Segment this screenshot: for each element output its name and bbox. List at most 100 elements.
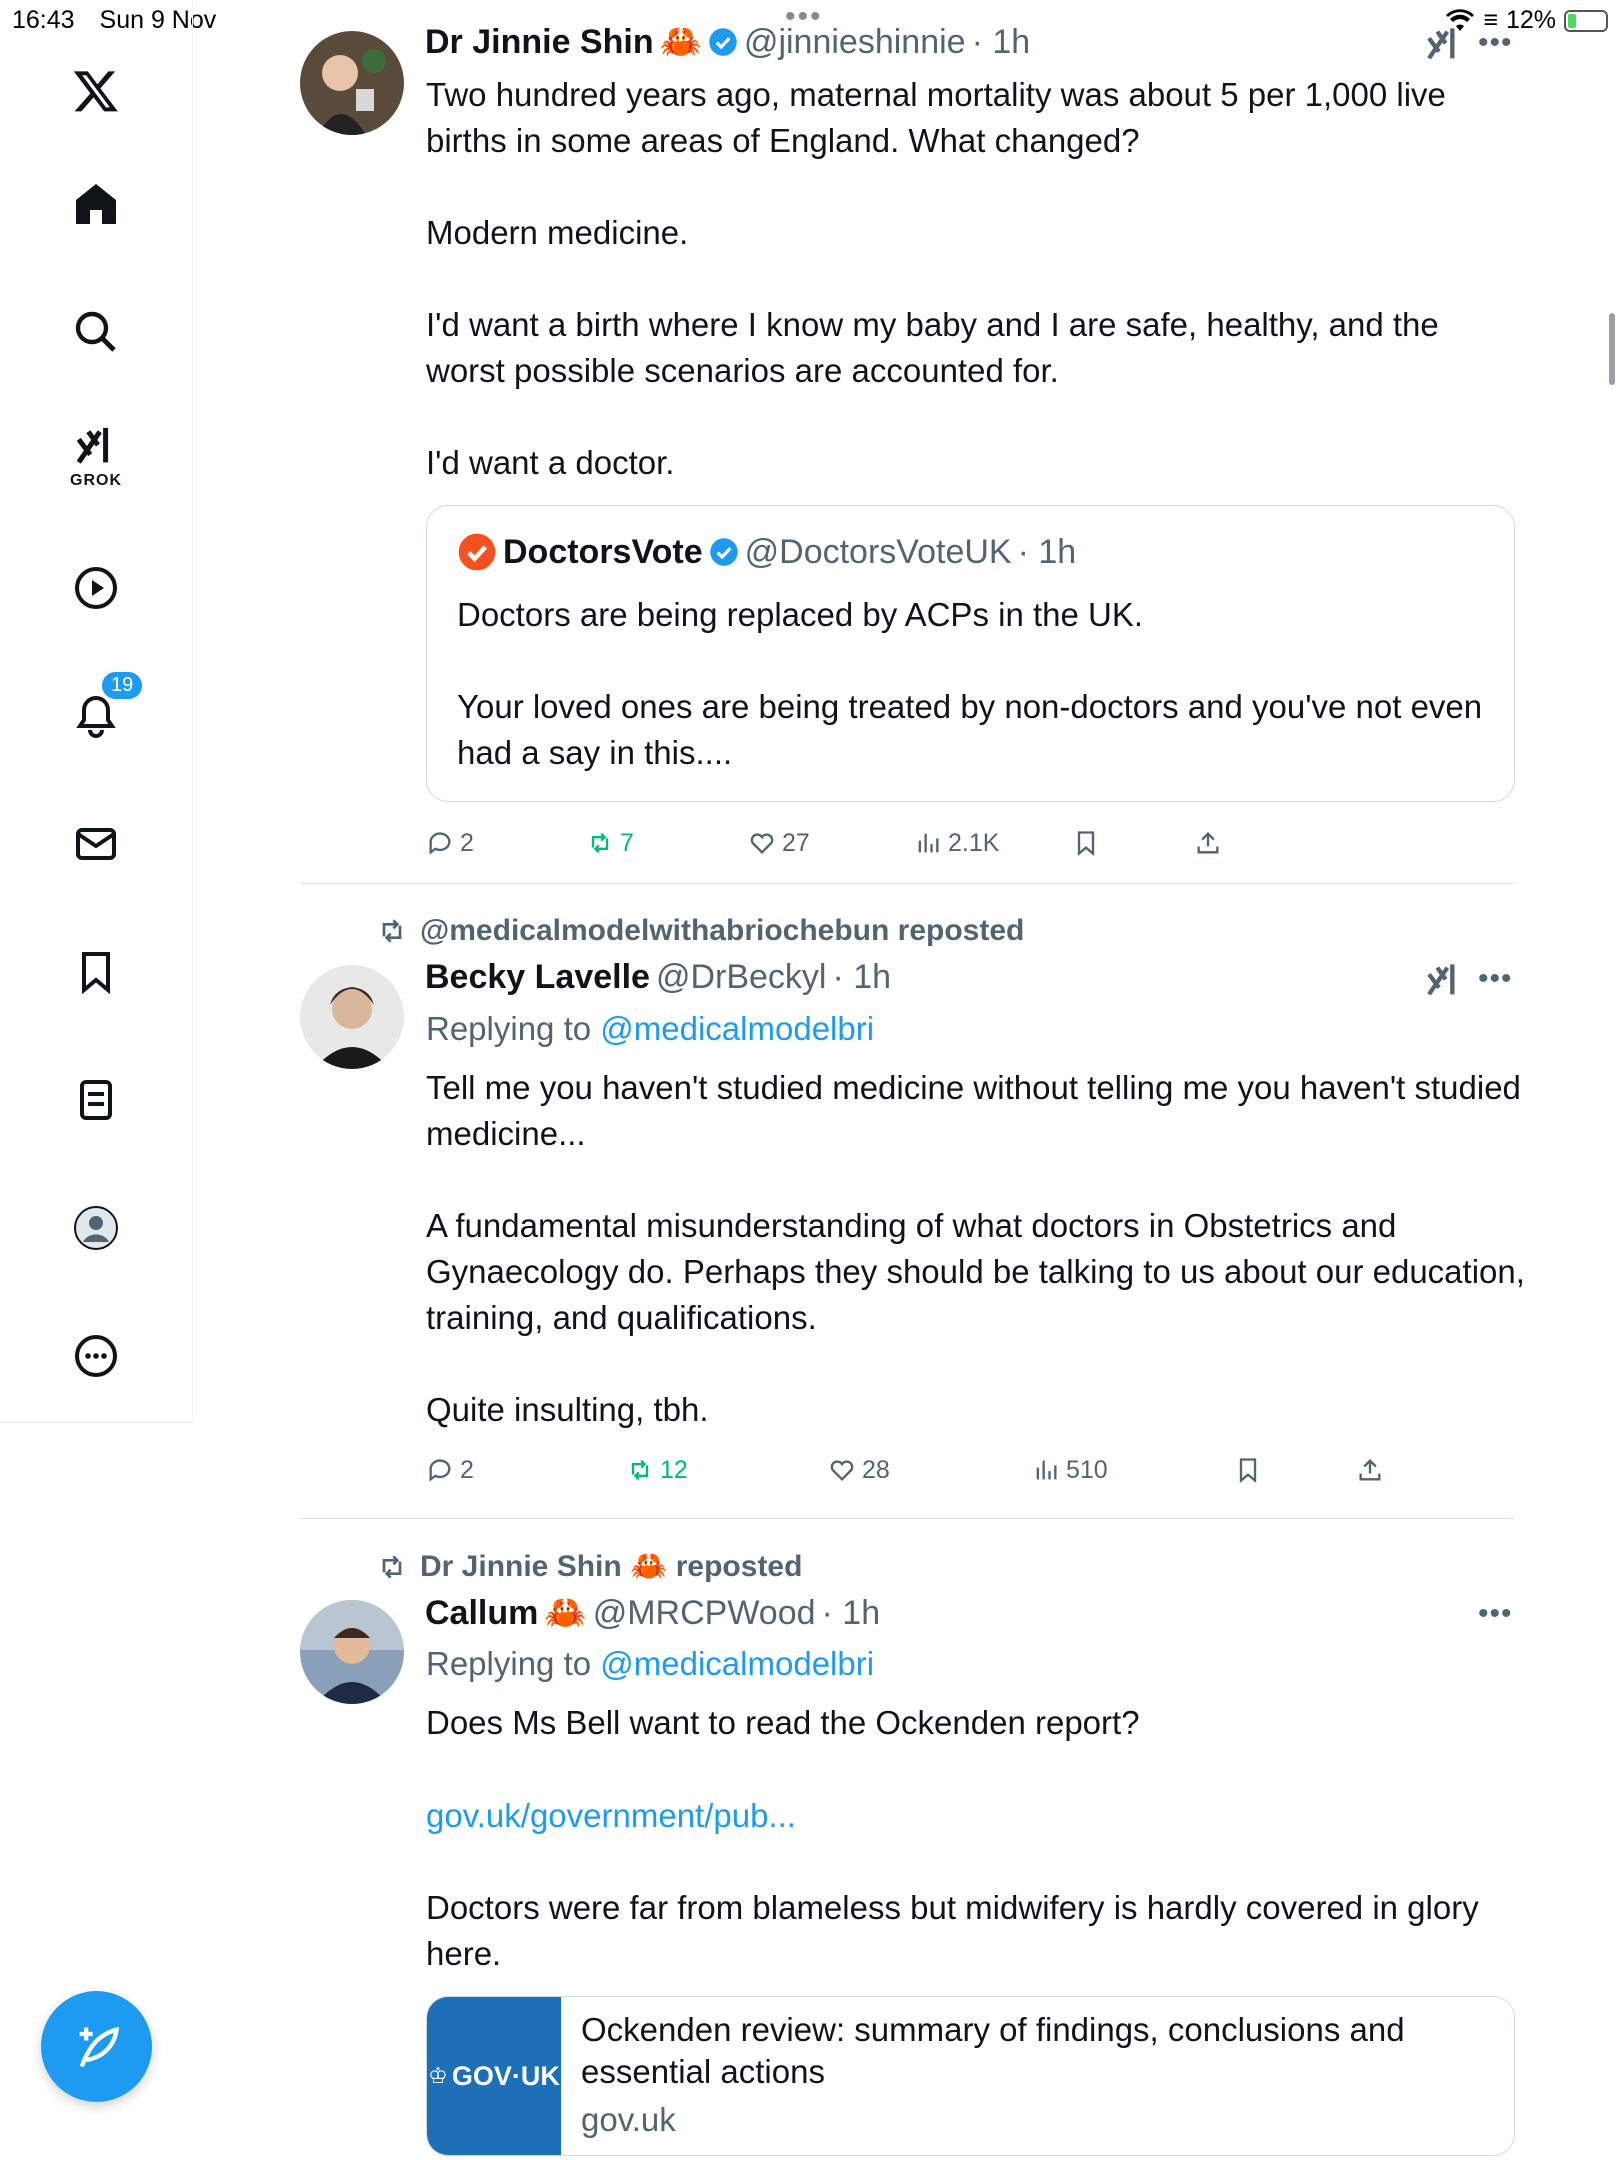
tweet-text: Two hundred years ago, maternal mortalit… xyxy=(426,76,1446,481)
author-handle[interactable]: @DrBeckyl xyxy=(656,958,827,997)
share-button[interactable] xyxy=(1356,1456,1384,1484)
grok-label: GROK xyxy=(70,472,122,489)
repost-icon xyxy=(382,1554,402,1579)
quote-author-handle: @DoctorsVoteUK xyxy=(744,532,1012,571)
tweet-link[interactable]: gov.uk/government/pub... xyxy=(426,1793,796,1839)
profile-icon[interactable] xyxy=(60,1192,132,1264)
more-options-icon[interactable]: ••• xyxy=(1478,962,1513,996)
like-count: 27 xyxy=(782,828,810,857)
reply-button[interactable]: 2 xyxy=(426,1456,474,1485)
battery-percent: 12% xyxy=(1505,6,1556,34)
repost-count: 7 xyxy=(620,828,634,857)
bookmark-button[interactable] xyxy=(1234,1456,1262,1484)
reposted-by-name[interactable]: Dr Jinnie Shin xyxy=(420,1550,622,1583)
views-icon xyxy=(1036,1460,1057,1480)
quote-author-name: DoctorsVote xyxy=(503,532,703,571)
repost-icon xyxy=(631,1459,649,1481)
quote-time: · 1h xyxy=(1017,532,1077,571)
notification-badge: 19 xyxy=(100,670,145,701)
repost-context: Dr Jinnie Shin 🦀 reposted xyxy=(376,1549,802,1584)
repost-context: @medicalmodelwithabriochebun reposted xyxy=(376,914,1024,948)
doctorsvote-avatar-icon xyxy=(458,533,496,571)
heart-icon xyxy=(830,1460,854,1481)
battery-icon xyxy=(1564,9,1608,32)
reply-icon xyxy=(429,832,451,855)
grok-icon[interactable] xyxy=(1424,25,1464,74)
like-count: 28 xyxy=(862,1455,890,1484)
card-image-text: GOV·UK xyxy=(451,2060,560,2091)
repost-button[interactable]: 7 xyxy=(586,829,634,858)
replying-to-prefix: Replying to xyxy=(426,1010,592,1047)
avatar[interactable] xyxy=(300,965,404,1069)
card-title: Ockenden review: summary of findings, co… xyxy=(580,2011,1405,2090)
tweet-header: Becky Lavelle @DrBeckyl · 1h xyxy=(425,958,891,997)
tweet-actions: 2 12 28 510 xyxy=(426,1450,1526,1490)
author-emoji: 🦀 xyxy=(659,23,702,61)
notifications-icon[interactable]: 19 xyxy=(60,670,145,752)
grok-icon[interactable]: GROK xyxy=(60,420,132,492)
repost-icon xyxy=(382,919,402,943)
author-name[interactable]: Dr Jinnie Shin xyxy=(425,23,654,62)
bookmark-button[interactable] xyxy=(1072,829,1100,857)
quote-header: DoctorsVote @DoctorsVoteUK · 1h xyxy=(457,532,1076,572)
reply-count: 2 xyxy=(460,828,474,857)
link-card[interactable]: ♔ GOV·UK Ockenden review: summary of fin… xyxy=(426,1996,1515,2156)
govuk-logo: ♔ GOV·UK xyxy=(427,1997,561,2155)
x-logo-icon[interactable] xyxy=(60,55,132,127)
author-name[interactable]: Becky Lavelle xyxy=(425,958,650,997)
replying-to-handle[interactable]: @medicalmodelbri xyxy=(600,1010,874,1047)
share-button[interactable] xyxy=(1194,829,1222,857)
author-name[interactable]: Callum xyxy=(425,1594,538,1633)
quoted-tweet[interactable]: DoctorsVote @DoctorsVoteUK · 1h Doctors … xyxy=(426,505,1515,802)
views-icon xyxy=(918,833,939,853)
grok-icon[interactable] xyxy=(1424,961,1464,1010)
views-button[interactable]: 2.1K xyxy=(914,829,999,858)
bookmarks-icon[interactable] xyxy=(60,936,132,1008)
tweet-header: Dr Jinnie Shin 🦀 @jinnieshinnie · 1h xyxy=(425,22,1030,62)
share-icon xyxy=(1359,1459,1381,1481)
author-handle[interactable]: @MRCPWood xyxy=(593,1594,816,1633)
scrollbar[interactable] xyxy=(1609,313,1615,385)
tweet-text: Does Ms Bell want to read the Ockenden r… xyxy=(426,1704,1140,1741)
tweet-text: Doctors were far from blameless but midw… xyxy=(426,1889,1488,1972)
tweet-time: · 1h xyxy=(971,22,1031,61)
video-icon[interactable] xyxy=(60,552,132,624)
card-domain: gov.uk xyxy=(580,2101,676,2138)
repost-button[interactable]: 12 xyxy=(626,1456,688,1485)
like-button[interactable]: 28 xyxy=(828,1456,890,1485)
crown-icon: ♔ xyxy=(428,2063,448,2088)
quote-text: Doctors are being replaced by ACPs in th… xyxy=(457,596,1483,771)
tweet-actions: 2 7 27 2.1K xyxy=(426,823,1526,863)
more-options-icon[interactable]: ••• xyxy=(1478,1597,1513,1631)
messages-icon[interactable] xyxy=(60,808,132,880)
author-emoji: 🦀 xyxy=(544,1594,587,1632)
replying-to-handle[interactable]: @medicalmodelbri xyxy=(600,1645,874,1682)
views-button[interactable]: 510 xyxy=(1032,1456,1108,1485)
bookmark-icon xyxy=(1239,1458,1257,1483)
like-button[interactable]: 27 xyxy=(748,829,810,858)
lists-icon[interactable] xyxy=(60,1064,132,1136)
reposted-by[interactable]: @medicalmodelwithabriochebun reposted xyxy=(420,914,1024,948)
compose-button[interactable] xyxy=(41,1991,152,2102)
reposted-by-emoji: 🦀 xyxy=(630,1550,668,1583)
more-options-icon[interactable]: ••• xyxy=(1478,26,1513,60)
tweet-time: · 1h xyxy=(821,1593,881,1632)
reply-button[interactable]: 2 xyxy=(426,829,474,858)
search-icon[interactable] xyxy=(60,296,132,368)
verified-badge-icon xyxy=(709,538,738,566)
avatar[interactable] xyxy=(300,1600,404,1704)
view-count: 2.1K xyxy=(948,828,1000,857)
tweet-time: · 1h xyxy=(832,958,892,996)
reply-icon xyxy=(429,1459,451,1482)
avatar[interactable] xyxy=(300,31,404,135)
share-icon xyxy=(1197,832,1219,854)
more-icon[interactable] xyxy=(60,1320,132,1392)
repost-count: 12 xyxy=(660,1455,688,1484)
home-icon[interactable] xyxy=(60,168,132,240)
verified-badge-icon xyxy=(709,28,737,56)
tweet-divider xyxy=(300,1518,1514,1519)
bookmark-icon xyxy=(1077,831,1095,856)
compose-feather-icon xyxy=(79,2026,119,2067)
reposted-suffix: reposted xyxy=(675,1550,803,1583)
author-handle[interactable]: @jinnieshinnie xyxy=(744,23,966,62)
